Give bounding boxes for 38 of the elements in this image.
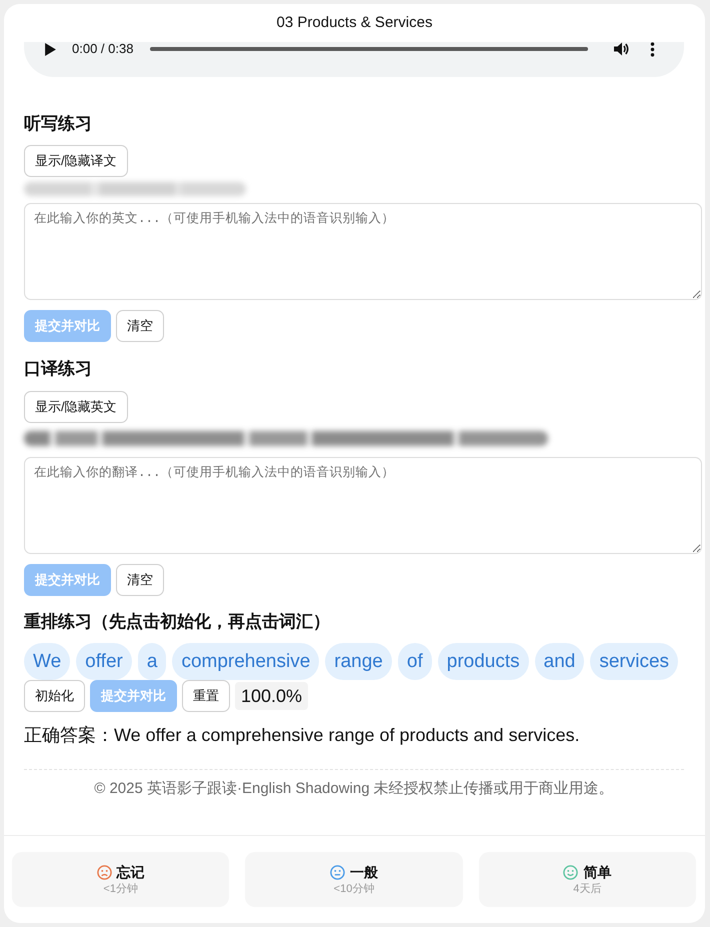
rating-label: 简单: [583, 863, 612, 881]
rating-interval: <1分钟: [103, 882, 138, 896]
toggle-translation-button[interactable]: 显示/隐藏译文: [24, 145, 128, 177]
action-button[interactable]: 清空: [116, 564, 164, 596]
more-options-icon[interactable]: [650, 42, 656, 56]
word-chip[interactable]: a: [138, 643, 166, 680]
rating-interval: 4天后: [573, 882, 602, 896]
word-chip[interactable]: services: [590, 643, 678, 680]
page-title: 03 Products & Services: [276, 13, 432, 33]
word-chip[interactable]: range: [325, 643, 392, 680]
correct-answer: 正确答案：We offer a comprehensive range of products and services.: [24, 724, 580, 747]
rating-interval: <10分钟: [334, 882, 374, 896]
action-button[interactable]: 清空: [116, 310, 164, 342]
section-heading: 口译练习: [24, 358, 92, 380]
volume-icon[interactable]: [613, 41, 630, 57]
english-input-field[interactable]: 在此输入你的英文...（可使用手机输入法中的语音识别输入）: [24, 203, 702, 300]
rating-label: 一般: [350, 863, 378, 881]
toggle-english-button[interactable]: 显示/隐藏英文: [24, 391, 128, 423]
action-button[interactable]: 初始化: [24, 680, 85, 712]
word-chip[interactable]: comprehensive: [172, 643, 320, 680]
word-chip[interactable]: products: [438, 643, 529, 680]
word-chip[interactable]: of: [398, 643, 432, 680]
play-icon[interactable]: [45, 42, 56, 56]
word-chip[interactable]: and: [534, 643, 584, 680]
rating-label: 忘记: [116, 863, 145, 881]
rating-button[interactable]: 忘记 <1分钟: [12, 852, 230, 907]
copyright-text: © 2025 英语影子跟读·English Shadowing 未经授权禁止传播或用于商业用途。: [93, 779, 615, 799]
seek-slider[interactable]: [150, 47, 588, 51]
score-badge: 100.0%: [235, 682, 308, 710]
rating-button[interactable]: 一般 <10分钟: [245, 852, 463, 907]
word-chip[interactable]: We: [24, 643, 70, 680]
audio-time: 0:00 / 0:38: [72, 42, 134, 56]
translation-input-field[interactable]: 在此输入你的翻译...（可使用手机输入法中的语音识别输入）: [24, 457, 702, 554]
word-chip[interactable]: offer: [76, 643, 132, 680]
rating-button[interactable]: 简单 4天后: [478, 852, 696, 907]
action-button[interactable]: 重置: [182, 680, 230, 712]
section-heading: 重排练习（先点击初始化，再点击词汇）: [24, 611, 330, 633]
section-heading: 听写练习: [24, 113, 92, 135]
